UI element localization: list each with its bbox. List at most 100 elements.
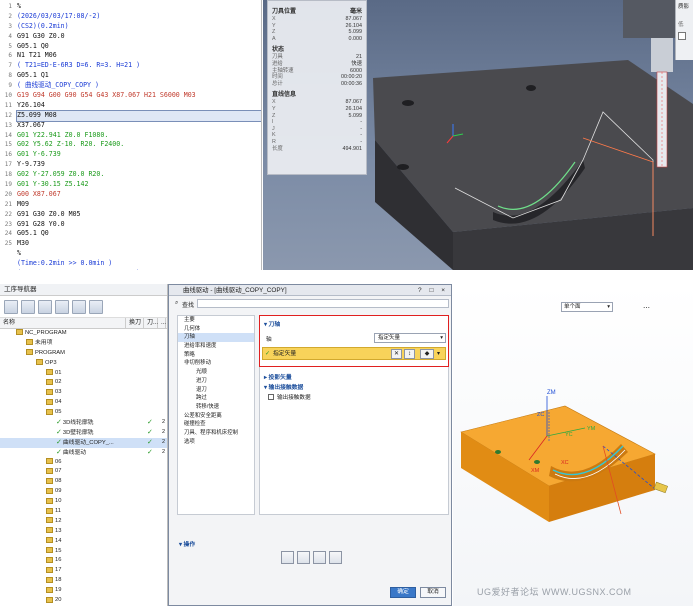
navigator-row[interactable]: 06 (0, 458, 167, 468)
code-line[interactable]: G01 Y-30.15 Z5.142 (17, 180, 261, 190)
navigator-row[interactable]: 18 (0, 576, 167, 586)
code-line[interactable]: G91 G30 Z0.0 M05 (17, 210, 261, 220)
dialog-nav-item[interactable]: 跨过 (178, 394, 254, 403)
code-line[interactable]: M30 (17, 239, 261, 249)
code-line[interactable]: G01 Y-6.739 (17, 150, 261, 160)
navigator-row[interactable]: PROGRAM (0, 349, 167, 359)
dialog-nav-item[interactable]: 进给率和速度 (178, 342, 254, 351)
code-line[interactable]: ( 曲线驱动_COPY_COPY ) (17, 81, 261, 91)
code-line[interactable]: (DESKTOP-IINOTO6: NX 2412.8101) (17, 269, 261, 270)
dialog-nav-item[interactable]: 刀具、程序和机床控制 (178, 429, 254, 438)
code-line[interactable]: G05.1 Q0 (17, 42, 261, 52)
dialog-nav-item[interactable]: 非切削移动 (178, 359, 254, 368)
navigator-row[interactable]: 09 (0, 487, 167, 497)
navigator-row[interactable]: 11 (0, 507, 167, 517)
replay-icon[interactable] (297, 551, 310, 564)
dialog-nav-item[interactable]: 主要 (178, 316, 254, 325)
dialog-nav-item[interactable]: 刀轴 (178, 333, 254, 343)
machine-view-icon[interactable] (21, 299, 35, 314)
navigator-row[interactable]: 17 (0, 566, 167, 576)
navigator-row[interactable]: 15 (0, 547, 167, 557)
col-tool[interactable]: 刀... (144, 318, 158, 328)
navigator-row[interactable]: 20 (0, 596, 167, 606)
code-line[interactable]: Y26.104 (17, 101, 261, 111)
navigator-row[interactable]: 01 (0, 369, 167, 379)
code-line[interactable]: N1 T21 M06 (17, 51, 261, 61)
dialog-nav-item[interactable]: 退刀 (178, 386, 254, 395)
generate-icon[interactable] (281, 551, 294, 564)
code-line[interactable]: (2026/03/03/17:08/-2) (17, 12, 261, 22)
col-tool-change[interactable]: 换刀 (126, 318, 144, 328)
navigator-tree[interactable]: NC_PROGRAM 未用项 PROGRAM OP3 01 02 03 04 05 ✓3D线轮廓铣… (0, 329, 167, 606)
dialog-nav-item[interactable]: 光顺 (178, 368, 254, 377)
nc-code-lines[interactable]: % (2026/03/03/17:08/-2) (CS2)(0.2min) G91 G… (16, 2, 261, 270)
navigator-row[interactable]: OP3 (0, 359, 167, 369)
nc-code-editor[interactable]: 1 2 3 4 5 6 7 8 9 10 11 12 13 14 15 16 17 18 19 20 21 22 23 24 2… (0, 0, 262, 270)
display-quality-strip[interactable]: 质影 低 (675, 0, 693, 60)
output-contact-group-header[interactable]: ▾ 输出接触数据 (264, 382, 303, 391)
code-line[interactable]: G05.1 Q1 (17, 71, 261, 81)
code-line[interactable]: M09 (17, 200, 261, 210)
dialog-window-controls[interactable]: ? □ × (418, 285, 448, 296)
curve-drive-dialog[interactable]: 曲线驱动 - [曲线驱动_COPY_COPY] ? □ × ⌕ 查找 主要 几何体… (168, 284, 452, 606)
code-line[interactable]: G02 Y5.62 Z-10. R20. F2400. (17, 140, 261, 150)
operation-navigator[interactable]: 工序导航器 名称 换刀 刀... ... NC_PROGRAM 未用项 PROGRA… (0, 284, 168, 606)
dialog-nav-item[interactable]: 进刀 (178, 377, 254, 386)
dialog-group-nav[interactable]: 主要 几何体 刀轴 进给率和速度 策略 非切削移动 光顺 进刀 退刀 跨过 转移/快速 公差和安全距离… (177, 315, 255, 515)
dialog-nav-item[interactable]: 几何体 (178, 325, 254, 334)
dialog-nav-item[interactable]: 转移/快速 (178, 403, 254, 412)
reverse-direction-icon[interactable]: ✕ (391, 349, 402, 359)
navigator-row[interactable]: NC_PROGRAM (0, 329, 167, 339)
navigator-row[interactable]: 08 (0, 477, 167, 487)
dialog-title-bar[interactable]: 曲线驱动 - [曲线驱动_COPY_COPY] ? □ × (169, 285, 451, 296)
filter-icon[interactable] (89, 299, 103, 314)
navigator-row[interactable]: ✓曲线驱动_COPY_... ✓ 2 (0, 437, 167, 448)
dialog-nav-item[interactable]: 公差和安全距离 (178, 412, 254, 421)
verify-icon[interactable] (313, 551, 326, 564)
program-view-icon[interactable] (4, 299, 18, 314)
navigator-row[interactable]: 14 (0, 537, 167, 547)
list-icon[interactable] (329, 551, 342, 564)
code-line[interactable]: X37.067 (17, 121, 261, 131)
code-line[interactable]: G05.1 Q0 (17, 229, 261, 239)
vector-constructor-icon[interactable]: ◆ (420, 349, 434, 359)
code-line[interactable]: G19 G94 G00 G90 G54 G43 X87.067 H21 S600… (17, 91, 261, 101)
specify-vector-row[interactable]: ✓ 指定矢量 ✕ ↕ ◆ ▾ (262, 347, 446, 360)
navigator-row[interactable]: ✓3D线轮廓铣 ✓ 2 (0, 418, 167, 428)
col-name[interactable]: 名称 (0, 318, 126, 328)
cancel-button[interactable]: 取消 (420, 587, 446, 598)
navigator-row[interactable]: 10 (0, 497, 167, 507)
code-line[interactable]: ( T21=ED-E-6R3 D=6. R=3. H=21 ) (17, 61, 261, 71)
ok-button[interactable]: 确定 (390, 587, 416, 598)
quality-checkbox[interactable] (678, 32, 686, 40)
navigator-row[interactable]: 未用项 (0, 339, 167, 349)
navigator-row[interactable]: 05 (0, 408, 167, 418)
navigator-row[interactable]: ✓曲线驱动 ✓ 2 (0, 448, 167, 458)
geometry-view-icon[interactable] (38, 299, 52, 314)
navigator-row[interactable]: 02 (0, 378, 167, 388)
code-line[interactable]: G00 X87.067 (17, 190, 261, 200)
navigator-row[interactable]: ✓3D壁轮廓铣 ✓ 2 (0, 428, 167, 438)
code-line[interactable]: Z5.099 M08 (16, 109, 261, 122)
code-line[interactable]: % (17, 2, 261, 12)
code-line[interactable]: (Time:0.2min >> 0.0min ) (17, 259, 261, 269)
code-line[interactable]: G02 Y-27.059 Z0.0 R20. (17, 170, 261, 180)
output-contact-checkbox[interactable] (268, 394, 274, 400)
part-viewport[interactable]: 单个面 ▾ ⋯ ZM ZC YC YM XC XM (453, 284, 693, 606)
code-line[interactable]: G91 G30 Z0.0 (17, 32, 261, 42)
vector-dropdown-icon[interactable]: ▾ (437, 348, 440, 360)
col-more[interactable]: ... (158, 318, 166, 328)
dialog-nav-item[interactable]: 策略 (178, 351, 254, 360)
navigator-row[interactable]: 04 (0, 398, 167, 408)
navigator-row[interactable]: 12 (0, 517, 167, 527)
operations-group-header[interactable]: ▾ 操作 (179, 539, 195, 548)
projection-vector-group-header[interactable]: ▸ 投影矢量 (264, 372, 292, 381)
dialog-search-input[interactable] (197, 299, 449, 308)
vector-icon[interactable]: ↕ (404, 349, 415, 359)
navigator-row[interactable]: 13 (0, 527, 167, 537)
dialog-nav-item[interactable]: 碰撞检查 (178, 420, 254, 429)
code-line[interactable]: G01 Y22.941 Z0.0 F1080. (17, 131, 261, 141)
navigator-row[interactable]: 19 (0, 586, 167, 596)
method-view-icon[interactable] (55, 299, 69, 314)
dialog-nav-item[interactable]: 选项 (178, 438, 254, 447)
